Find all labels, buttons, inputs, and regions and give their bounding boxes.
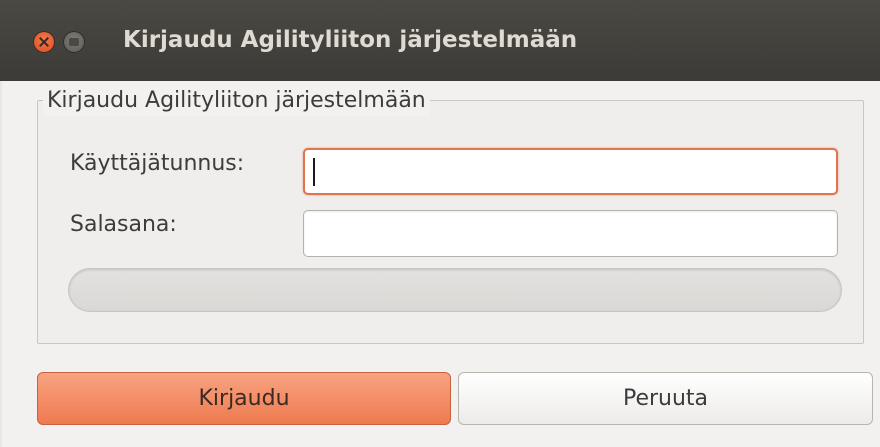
password-input[interactable] <box>303 210 838 257</box>
close-icon[interactable] <box>33 31 55 53</box>
title-bar[interactable]: Kirjaudu Agilityliiton järjestelmään <box>0 0 880 81</box>
username-label: Käyttäjätunnus: <box>70 151 245 176</box>
window-title: Kirjaudu Agilityliiton järjestelmään <box>123 27 578 53</box>
password-label: Salasana: <box>70 212 177 237</box>
username-input[interactable] <box>303 148 838 195</box>
cancel-button[interactable]: Peruuta <box>458 372 873 425</box>
text-cursor <box>313 158 315 186</box>
window-edge <box>0 81 2 447</box>
login-progress-bar <box>68 268 842 312</box>
login-group-title: Kirjaudu Agilityliiton järjestelmään <box>43 86 430 116</box>
minimize-icon[interactable] <box>63 31 85 53</box>
login-button[interactable]: Kirjaudu <box>37 372 451 425</box>
login-dialog: Kirjaudu Agilityliiton järjestelmään Kir… <box>0 0 880 447</box>
